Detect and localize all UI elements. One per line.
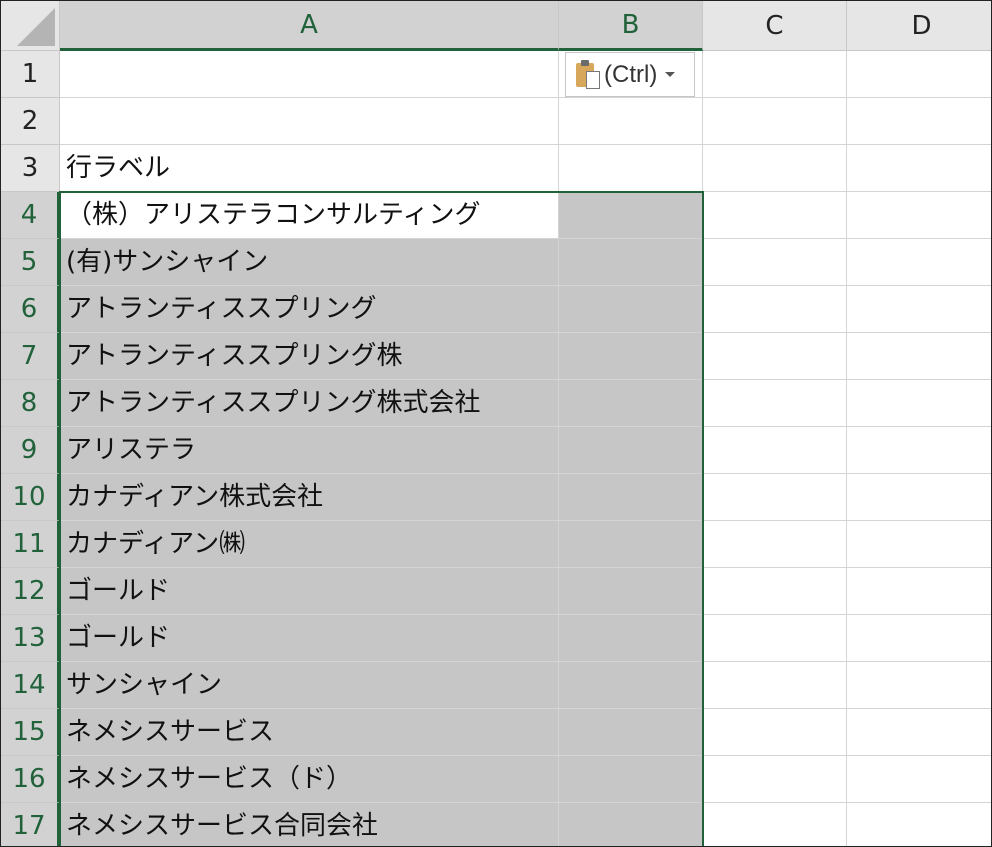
spreadsheet-grid[interactable]: ABCD 1 2 3 行ラベル 4 （株）アリステラコンサルティング 5 (有)サンシャイン 6… [0,0,992,847]
cell-b8[interactable] [559,380,703,427]
cell-a12[interactable]: ゴールド [60,568,559,615]
cell-d1[interactable] [847,51,991,98]
paste-options-button[interactable]: (Ctrl) [565,52,695,97]
cell-c5[interactable] [703,239,847,286]
cell-b15[interactable] [559,709,703,756]
row-header[interactable]: 4 [1,192,60,239]
row-header[interactable]: 7 [1,333,60,380]
cell-a8[interactable]: アトランティススプリング株式会社 [60,380,559,427]
cell-c7[interactable] [703,333,847,380]
cell-c12[interactable] [703,568,847,615]
cell-c4[interactable] [703,192,847,239]
column-header-a[interactable]: A [60,1,559,51]
cell-d14[interactable] [847,662,991,709]
cell-d13[interactable] [847,615,991,662]
row-header[interactable]: 8 [1,380,60,427]
row-header[interactable]: 14 [1,662,60,709]
cell-c11[interactable] [703,521,847,568]
cell-b6[interactable] [559,286,703,333]
chevron-down-icon [665,72,676,77]
cell-b3[interactable] [559,145,703,192]
row-header[interactable]: 13 [1,615,60,662]
cell-c14[interactable] [703,662,847,709]
cell-c2[interactable] [703,98,847,145]
cell-d6[interactable] [847,286,991,333]
row-header[interactable]: 17 [1,803,60,846]
cell-c16[interactable] [703,756,847,803]
cell-a1[interactable] [60,51,559,98]
cell-c13[interactable] [703,615,847,662]
cell-d4[interactable] [847,192,991,239]
row-header[interactable]: 3 [1,145,60,192]
cell-d12[interactable] [847,568,991,615]
cell-b2[interactable] [559,98,703,145]
row-header[interactable]: 10 [1,474,60,521]
cell-a5[interactable]: (有)サンシャイン [60,239,559,286]
select-all-button[interactable] [1,1,60,51]
cell-a14[interactable]: サンシャイン [60,662,559,709]
cell-c17[interactable] [703,803,847,846]
row-header[interactable]: 16 [1,756,60,803]
cell-d17[interactable] [847,803,991,846]
cell-a15[interactable]: ネメシスサービス [60,709,559,756]
cell-c10[interactable] [703,474,847,521]
cell-d8[interactable] [847,380,991,427]
cell-a17[interactable]: ネメシスサービス合同会社 [60,803,559,846]
cell-b12[interactable] [559,568,703,615]
row-header[interactable]: 5 [1,239,60,286]
paste-options-label: (Ctrl) [604,60,658,88]
cell-b10[interactable] [559,474,703,521]
cell-d7[interactable] [847,333,991,380]
cell-c8[interactable] [703,380,847,427]
cell-a2[interactable] [60,98,559,145]
cell-d16[interactable] [847,756,991,803]
cell-d2[interactable] [847,98,991,145]
column-header-b[interactable]: B [559,1,703,51]
cell-a4[interactable]: （株）アリステラコンサルティング [60,192,559,239]
cell-b14[interactable] [559,662,703,709]
cell-c15[interactable] [703,709,847,756]
cell-c6[interactable] [703,286,847,333]
cell-d10[interactable] [847,474,991,521]
cell-d11[interactable] [847,521,991,568]
cell-a10[interactable]: カナディアン株式会社 [60,474,559,521]
cell-c3[interactable] [703,145,847,192]
cell-b16[interactable] [559,756,703,803]
cell-d5[interactable] [847,239,991,286]
cell-a7[interactable]: アトランティススプリング株 [60,333,559,380]
cell-a13[interactable]: ゴールド [60,615,559,662]
cell-b11[interactable] [559,521,703,568]
cell-d15[interactable] [847,709,991,756]
row-header[interactable]: 11 [1,521,60,568]
cell-b4[interactable] [559,192,703,239]
column-header-c[interactable]: C [703,1,847,51]
row-header[interactable]: 15 [1,709,60,756]
row-header[interactable]: 6 [1,286,60,333]
cell-a11[interactable]: カナディアン㈱ [60,521,559,568]
row-header[interactable]: 9 [1,427,60,474]
cell-a16[interactable]: ネメシスサービス（ド） [60,756,559,803]
cell-b7[interactable] [559,333,703,380]
column-header-d[interactable]: D [847,1,991,51]
row-header[interactable]: 1 [1,51,60,98]
cell-a6[interactable]: アトランティススプリング [60,286,559,333]
cell-b5[interactable] [559,239,703,286]
row-header[interactable]: 12 [1,568,60,615]
cell-a9[interactable]: アリステラ [60,427,559,474]
cell-c9[interactable] [703,427,847,474]
cell-a3[interactable]: 行ラベル [60,145,559,192]
cell-c1[interactable] [703,51,847,98]
cell-b17[interactable] [559,803,703,846]
cell-d3[interactable] [847,145,991,192]
clipboard-paste-icon [574,59,602,91]
row-header[interactable]: 2 [1,98,60,145]
cell-b13[interactable] [559,615,703,662]
cell-d9[interactable] [847,427,991,474]
cell-b9[interactable] [559,427,703,474]
